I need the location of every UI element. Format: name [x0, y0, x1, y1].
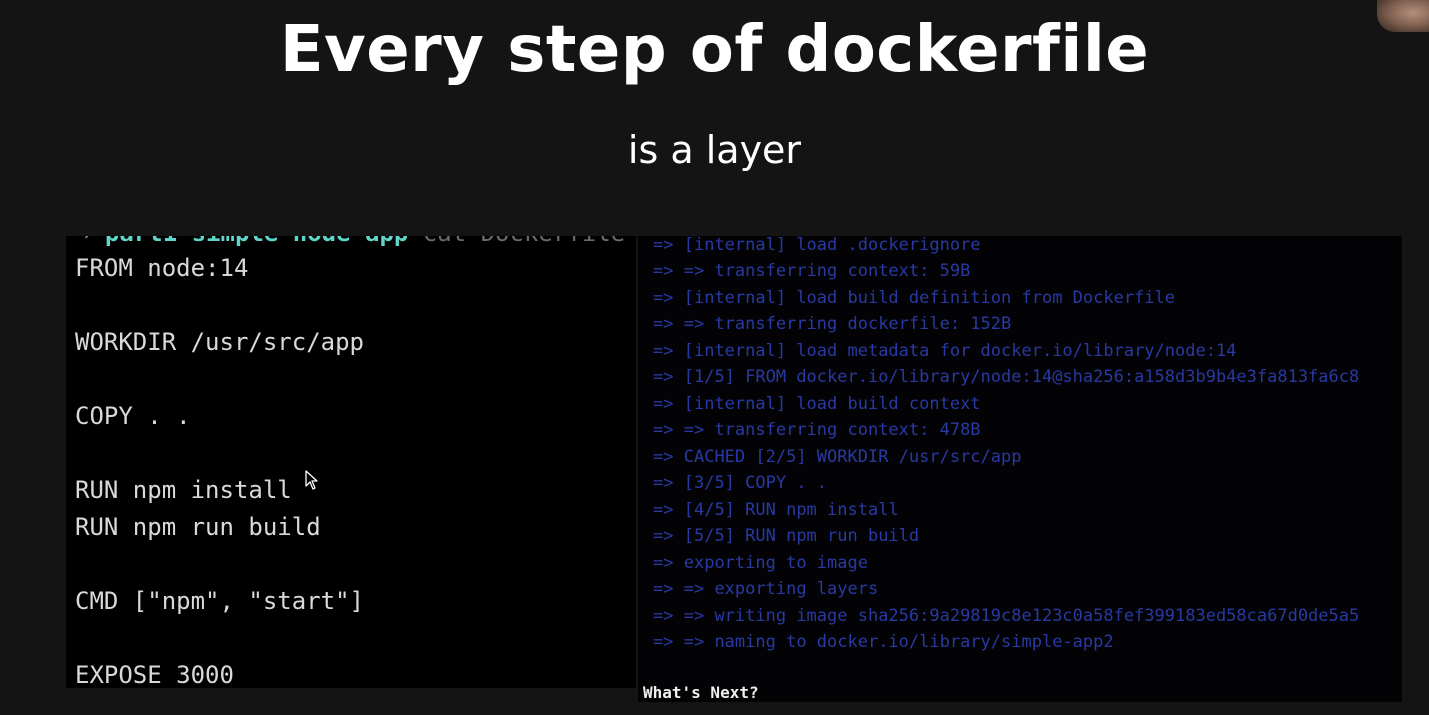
log-line: => [4/5] RUN npm install: [653, 500, 899, 520]
log-line: => [internal] load .dockerignore: [653, 236, 981, 255]
prompt-command: cat Dockerfile: [423, 236, 625, 247]
dockerfile-line-run-install: RUN npm install: [75, 476, 292, 504]
log-line: => => naming to docker.io/library/simple…: [653, 632, 1114, 652]
slide-title: Every step of dockerfile: [279, 13, 1150, 87]
log-line: => => writing image sha256:9a29819c8e123…: [653, 606, 1360, 626]
prompt-directory: part1-simple-node-app: [105, 236, 408, 247]
log-line: => [internal] load build definition from…: [653, 288, 1176, 308]
log-arrow: =>: [653, 553, 674, 573]
log-line: => => transferring dockerfile: 152B: [653, 314, 1012, 334]
log-arrow: =>: [653, 394, 674, 414]
log-line: => => exporting layers: [653, 579, 879, 599]
log-line: => [3/5] COPY . .: [653, 473, 828, 493]
prompt-arrow: →: [76, 236, 90, 247]
log-line: => [1/5] FROM docker.io/library/node:14@…: [653, 367, 1360, 387]
log-arrow: =>: [653, 236, 674, 255]
log-arrow: =>: [653, 526, 674, 546]
docker-build-log: => [internal] load .dockerignore => => t…: [638, 236, 1402, 702]
dockerfile-line-run-build: RUN npm run build: [75, 513, 321, 541]
log-arrow: =>: [653, 632, 674, 652]
log-arrow: =>: [653, 314, 674, 334]
log-line: => CACHED [2/5] WORKDIR /usr/src/app: [653, 447, 1022, 467]
log-line: => [internal] load build context: [653, 394, 981, 414]
dockerfile-line-expose: EXPOSE 3000: [75, 661, 234, 688]
presenter-webcam-thumbnail: [1377, 0, 1429, 32]
dockerfile-terminal: → part1-simple-node-app cat Dockerfile F…: [66, 236, 636, 688]
mouse-pointer-icon: [305, 470, 318, 490]
log-line: => exporting to image: [653, 553, 868, 573]
dockerfile-line-workdir: WORKDIR /usr/src/app: [75, 328, 364, 356]
log-line: => [internal] load metadata for docker.i…: [653, 341, 1237, 361]
log-arrow: =>: [653, 606, 674, 626]
dockerfile-line-from: FROM node:14: [75, 254, 249, 282]
presentation-slide: Every step of dockerfile is a layer → pa…: [0, 0, 1429, 715]
log-arrow: =>: [653, 367, 674, 387]
log-arrow: =>: [653, 288, 674, 308]
whats-next-heading: What's Next?: [643, 683, 759, 702]
log-arrow: =>: [653, 473, 674, 493]
shell-prompt: → part1-simple-node-app cat Dockerfile: [76, 236, 625, 248]
log-arrow: =>: [653, 341, 674, 361]
slide-subtitle: is a layer: [627, 128, 802, 172]
log-arrow: =>: [653, 420, 674, 440]
log-line: => [5/5] RUN npm run build: [653, 526, 920, 546]
log-line: => => transferring context: 59B: [653, 261, 971, 281]
log-arrow: =>: [653, 447, 674, 467]
dockerfile-line-copy: COPY . .: [75, 402, 191, 430]
log-arrow: =>: [653, 261, 674, 281]
log-arrow: =>: [653, 500, 674, 520]
log-line: => => transferring context: 478B: [653, 420, 981, 440]
dockerfile-line-cmd: CMD ["npm", "start"]: [75, 587, 364, 615]
log-arrow: =>: [653, 579, 674, 599]
